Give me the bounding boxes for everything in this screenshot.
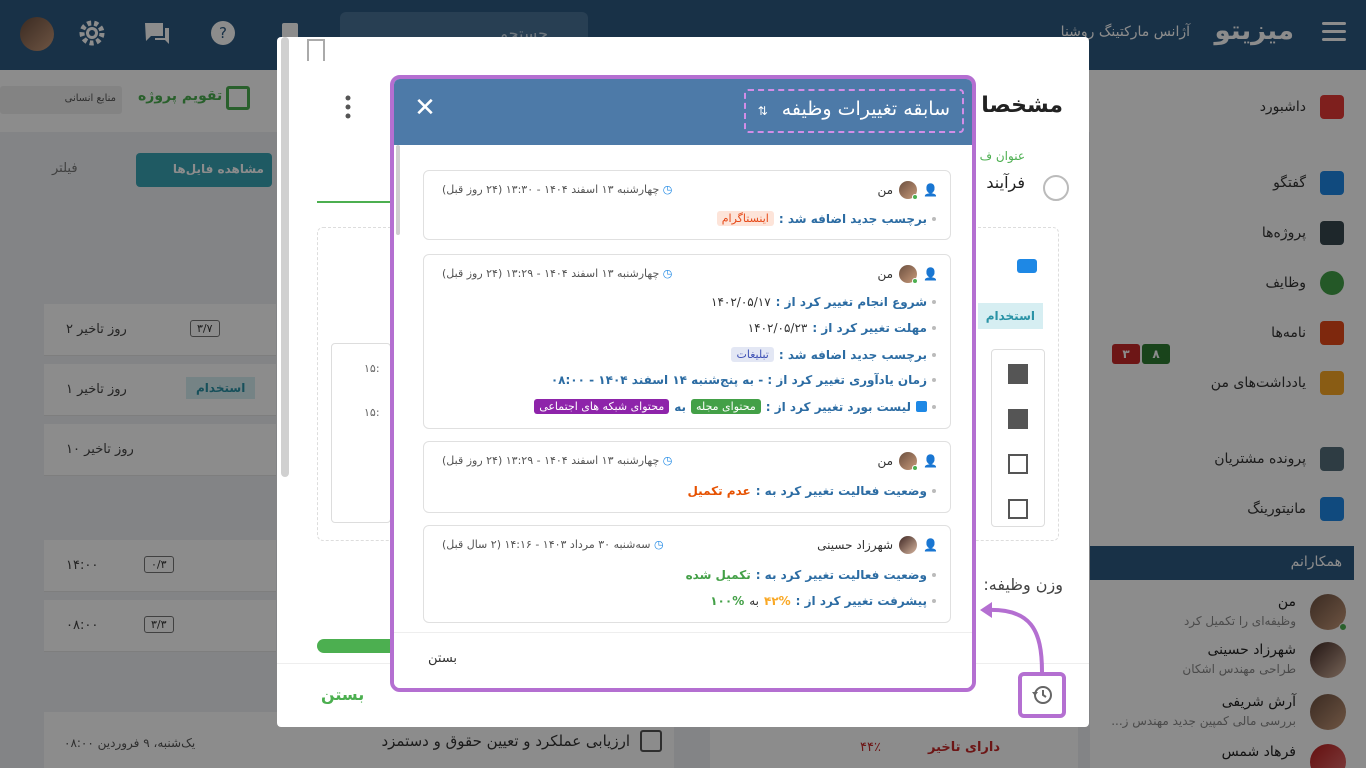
title-label: عنوان ف [979, 149, 1025, 163]
close-icon[interactable]: ✕ [410, 93, 440, 123]
clock-icon: ◷ [662, 454, 673, 467]
checkbox[interactable] [1008, 499, 1028, 519]
history-line: زمان یادآوری تغییر کرد از : - به پنج‌شنب… [551, 373, 936, 387]
user-icon: 👤 [923, 538, 938, 552]
history-time: ◷ چهارشنبه ۱۳ اسفند ۱۴۰۴ - ۱۳:۲۹ (۲۴ روز… [442, 267, 673, 280]
avatar [899, 265, 919, 284]
more-options-icon[interactable] [345, 95, 351, 119]
weight-label: وزن وظیفه: [983, 575, 1063, 594]
history-header: سابقه تغییرات وظیفه ⇅ ✕ [394, 79, 972, 145]
modal-scrollbar[interactable] [281, 37, 289, 477]
history-card: 👤 من ◷ چهارشنبه ۱۳ اسفند ۱۴۰۴ - ۱۳:۲۹ (۲۴… [423, 254, 951, 429]
history-time: ◷ چهارشنبه ۱۳ اسفند ۱۴۰۴ - ۱۳:۳۰ (۲۴ روز… [442, 183, 673, 196]
history-list: 👤 من ◷ چهارشنبه ۱۳ اسفند ۱۴۰۴ - ۱۳:۳۰ (۲۴… [394, 145, 972, 635]
history-line: وضعیت فعالیت تغییر کرد به : تکمیل شده [686, 568, 936, 582]
history-line: وضعیت فعالیت تغییر کرد به : عدم تکمیل [687, 484, 936, 498]
history-card: 👤 من ◷ چهارشنبه ۱۳ اسفند ۱۴۰۴ - ۱۳:۲۹ (۲۴… [423, 441, 951, 513]
avatar [899, 181, 919, 200]
tag-chip: استخدام [977, 303, 1043, 329]
history-line: برچسب جدید اضافه شد : تبلیغات [731, 347, 936, 362]
pointer-arrow [980, 602, 1044, 673]
checklist-items [991, 349, 1045, 527]
title-input[interactable]: فرآیند [986, 173, 1025, 192]
history-close-button[interactable]: بستن [428, 651, 457, 666]
clock-icon: ◷ [662, 267, 673, 280]
history-title: سابقه تغییرات وظیفه ⇅ [743, 89, 964, 133]
user-icon: 👤 [923, 267, 938, 281]
history-line: پیشرفت تغییر کرد از :۴۲% به ۱۰۰% [710, 594, 936, 608]
checkbox-checked[interactable] [1008, 364, 1028, 384]
bookmark-icon[interactable] [307, 39, 325, 61]
history-line: برچسب جدید اضافه شد : اینستاگرام [716, 211, 936, 226]
avatar [899, 452, 919, 471]
history-user: 👤 شهرزاد حسینی [817, 536, 938, 554]
task-history-dialog: سابقه تغییرات وظیفه ⇅ ✕ 👤 من ◷ چهارشنبه ۱… [390, 75, 976, 692]
history-line: شروع انجام تغییر کرد از :۱۴۰۲/۰۵/۱۷ [711, 295, 936, 309]
history-line: مهلت تغییر کرد از :۱۴۰۲/۰۵/۲۳ [748, 321, 936, 335]
history-card: 👤 شهرزاد حسینی ◷ سه‌شنبه ۳۰ مرداد ۱۴۰۳ - … [423, 525, 951, 623]
history-footer: بستن [394, 632, 972, 688]
modal-close-button[interactable]: بستن [321, 685, 364, 704]
user-icon: 👤 [923, 183, 938, 197]
modal-heading: مشخصا [981, 93, 1063, 118]
history-card: 👤 من ◷ چهارشنبه ۱۳ اسفند ۱۴۰۴ - ۱۳:۳۰ (۲۴… [423, 170, 951, 240]
history-line: لیست بورد تغییر کرد از : محتوای مجله به محت… [534, 399, 936, 414]
progress-bar [317, 639, 397, 653]
sort-icon[interactable]: ⇅ [758, 104, 768, 118]
history-user: 👤 من [877, 265, 938, 284]
clock-icon: ◷ [662, 183, 673, 196]
history-user: 👤 من [877, 181, 938, 200]
avatar [899, 536, 918, 554]
complete-radio[interactable] [1043, 175, 1069, 201]
user-icon: 👤 [923, 454, 938, 468]
checkbox-checked[interactable] [1008, 409, 1028, 429]
clock-icon: ◷ [653, 538, 664, 551]
history-time: ◷ چهارشنبه ۱۳ اسفند ۱۴۰۴ - ۱۳:۲۹ (۲۴ روز… [442, 454, 673, 467]
history-icon [1032, 686, 1052, 704]
activity-panel: ۱۵: ۱۵: [331, 343, 391, 523]
checkbox[interactable] [1008, 454, 1028, 474]
tag-icon[interactable] [1017, 259, 1037, 273]
board-icon [916, 401, 927, 412]
history-scrollbar[interactable] [396, 145, 400, 235]
history-user: 👤 من [877, 452, 938, 471]
history-time: ◷ سه‌شنبه ۳۰ مرداد ۱۴۰۳ - ۱۴:۱۶ (۲ سال ق… [442, 538, 664, 551]
history-button[interactable] [1018, 672, 1066, 718]
